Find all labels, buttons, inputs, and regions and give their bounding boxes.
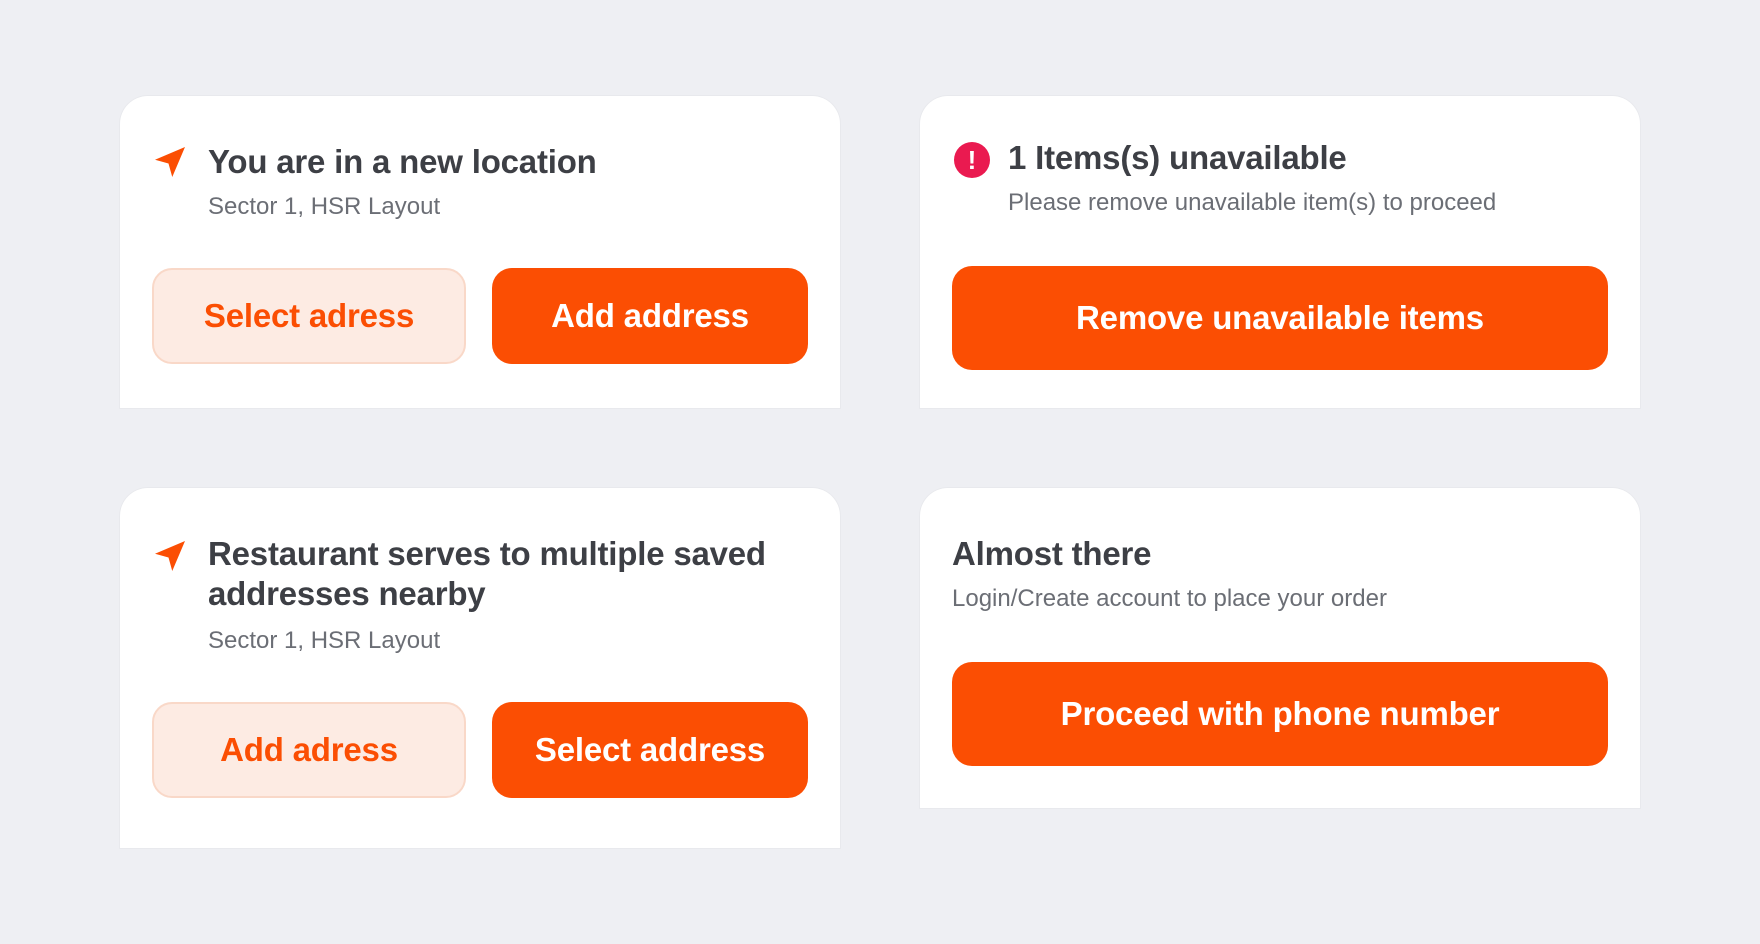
select-address-button[interactable]: Select address	[492, 702, 808, 798]
card-title-line-1: Restaurant serves to multiple saved	[208, 535, 766, 572]
card-title-line-2: addresses nearby	[208, 575, 486, 612]
navigation-arrow-icon	[155, 541, 185, 571]
add-address-button[interactable]: Add adress	[152, 702, 466, 798]
proceed-with-phone-number-button[interactable]: Proceed with phone number	[952, 662, 1608, 766]
card-title: 1 Items(s) unavailable	[1008, 139, 1347, 176]
card-subtitle: Sector 1, HSR Layout	[208, 193, 441, 220]
card-title: Almost there	[952, 535, 1152, 572]
navigation-arrow-icon	[155, 147, 185, 177]
add-address-button[interactable]: Add address	[492, 268, 808, 364]
new-location-card: You are in a new location Sector 1, HSR …	[120, 96, 840, 408]
multiple-addresses-card: Restaurant serves to multiple saved addr…	[120, 488, 840, 848]
almost-there-card: Almost there Login/Create account to pla…	[920, 488, 1640, 808]
card-subtitle: Sector 1, HSR Layout	[208, 627, 441, 654]
items-unavailable-card: ! 1 Items(s) unavailable Please remove u…	[920, 96, 1640, 408]
select-address-button[interactable]: Select adress	[152, 268, 466, 364]
card-title: You are in a new location	[208, 143, 597, 180]
remove-unavailable-items-button[interactable]: Remove unavailable items	[952, 266, 1608, 370]
alert-icon: !	[954, 142, 990, 178]
card-subtitle: Please remove unavailable item(s) to pro…	[1008, 189, 1497, 216]
card-subtitle: Login/Create account to place your order	[952, 585, 1387, 612]
